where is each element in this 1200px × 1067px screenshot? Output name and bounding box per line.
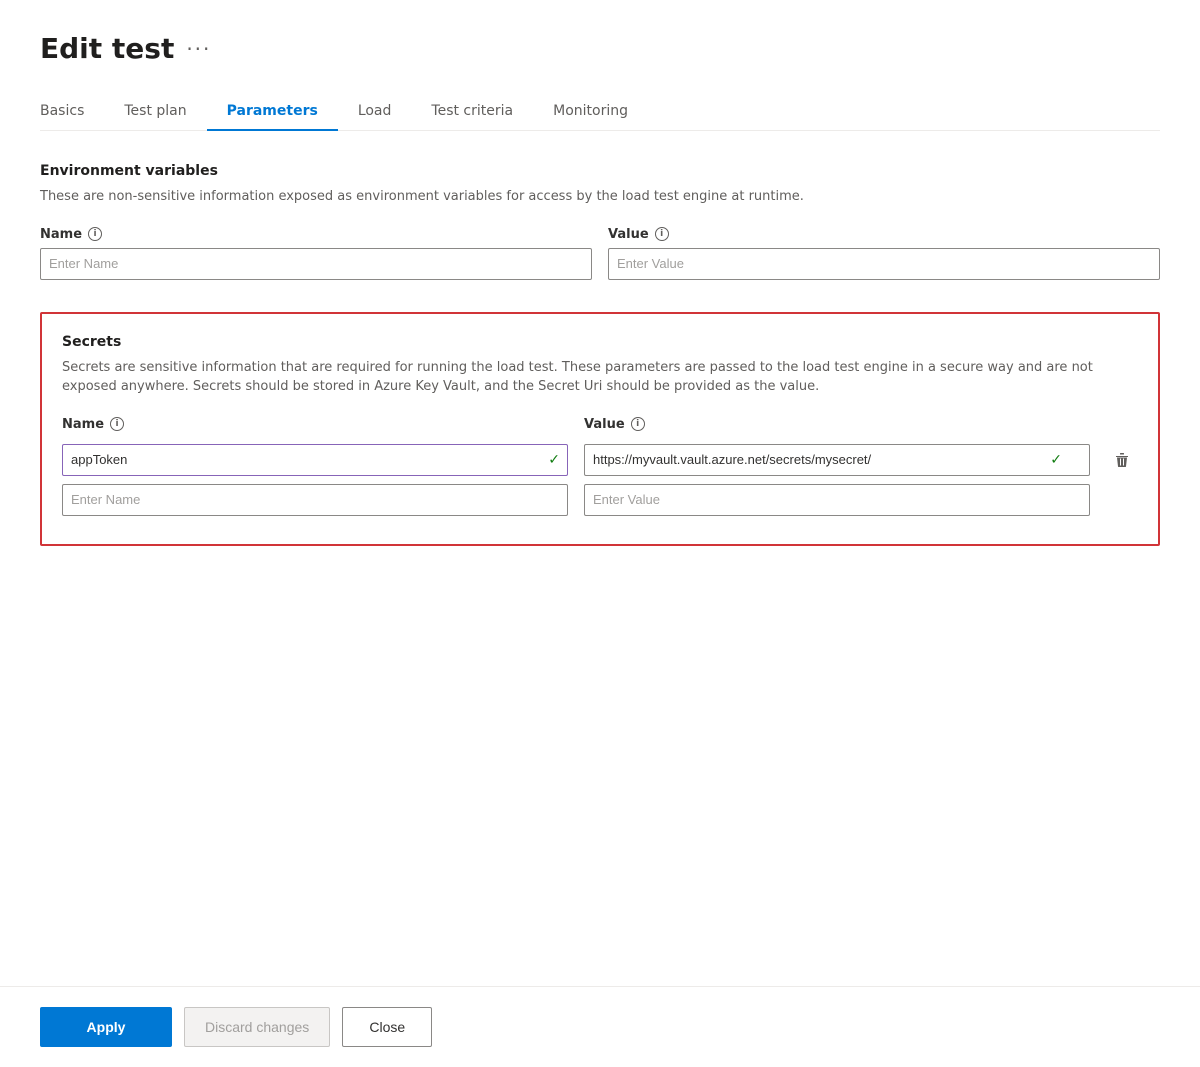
secrets-empty-row bbox=[62, 484, 1138, 516]
apply-button[interactable]: Apply bbox=[40, 1007, 172, 1047]
secrets-name-empty-input[interactable] bbox=[62, 484, 568, 516]
env-vars-section: Environment variables These are non-sens… bbox=[40, 163, 1160, 280]
secrets-field-labels-row: Name i Value i bbox=[62, 417, 1138, 438]
secrets-value-label-group: Value i bbox=[584, 417, 1090, 438]
secrets-value-label: Value i bbox=[584, 417, 1090, 432]
tab-basics[interactable]: Basics bbox=[40, 93, 104, 131]
env-vars-value-group: Value i bbox=[608, 227, 1160, 280]
secrets-name-label: Name i bbox=[62, 417, 568, 432]
more-options-icon[interactable]: ··· bbox=[186, 37, 211, 61]
secrets-name-check-icon-0: ✓ bbox=[548, 452, 560, 468]
tab-monitoring[interactable]: Monitoring bbox=[533, 93, 648, 131]
secrets-name-empty-wrapper bbox=[62, 484, 568, 516]
secrets-name-input-wrapper-0: ✓ bbox=[62, 444, 568, 476]
tab-navigation: Basics Test plan Parameters Load Test cr… bbox=[40, 93, 1160, 131]
secrets-description: Secrets are sensitive information that a… bbox=[62, 358, 1138, 397]
env-vars-description: These are non-sensitive information expo… bbox=[40, 187, 1160, 207]
env-vars-value-info-icon[interactable]: i bbox=[655, 227, 669, 241]
page-title: Edit test bbox=[40, 32, 174, 65]
env-vars-name-group: Name i bbox=[40, 227, 592, 280]
tab-parameters[interactable]: Parameters bbox=[207, 93, 338, 131]
tab-test-plan[interactable]: Test plan bbox=[104, 93, 206, 131]
env-vars-value-input[interactable] bbox=[608, 248, 1160, 280]
secrets-name-info-icon[interactable]: i bbox=[110, 417, 124, 431]
tab-test-criteria[interactable]: Test criteria bbox=[411, 93, 533, 131]
close-button[interactable]: Close bbox=[342, 1007, 432, 1047]
env-vars-title: Environment variables bbox=[40, 163, 1160, 179]
secrets-value-empty-input[interactable] bbox=[584, 484, 1090, 516]
env-vars-value-label: Value i bbox=[608, 227, 1160, 242]
env-vars-name-info-icon[interactable]: i bbox=[88, 227, 102, 241]
tab-load[interactable]: Load bbox=[338, 93, 412, 131]
secrets-value-info-icon[interactable]: i bbox=[631, 417, 645, 431]
secrets-value-input-0[interactable] bbox=[584, 444, 1090, 476]
secrets-row-0: ✓ ✓ bbox=[62, 444, 1138, 476]
secrets-value-check-icon-0: ✓ bbox=[1050, 452, 1062, 468]
trash-icon bbox=[1114, 452, 1130, 468]
env-vars-field-row: Name i Value i bbox=[40, 227, 1160, 280]
env-vars-name-input[interactable] bbox=[40, 248, 592, 280]
secrets-title: Secrets bbox=[62, 334, 1138, 350]
env-vars-name-input-wrapper bbox=[40, 248, 592, 280]
footer: Apply Discard changes Close bbox=[0, 986, 1200, 1067]
secrets-name-input-0[interactable] bbox=[62, 444, 568, 476]
secrets-name-label-group: Name i bbox=[62, 417, 568, 438]
delete-secret-button-0[interactable] bbox=[1106, 444, 1138, 476]
secrets-value-input-wrapper-0: ✓ bbox=[584, 444, 1090, 476]
env-vars-value-input-wrapper bbox=[608, 248, 1160, 280]
discard-changes-button[interactable]: Discard changes bbox=[184, 1007, 330, 1047]
secrets-value-empty-wrapper bbox=[584, 484, 1090, 516]
secrets-section: Secrets Secrets are sensitive informatio… bbox=[40, 312, 1160, 546]
env-vars-name-label: Name i bbox=[40, 227, 592, 242]
